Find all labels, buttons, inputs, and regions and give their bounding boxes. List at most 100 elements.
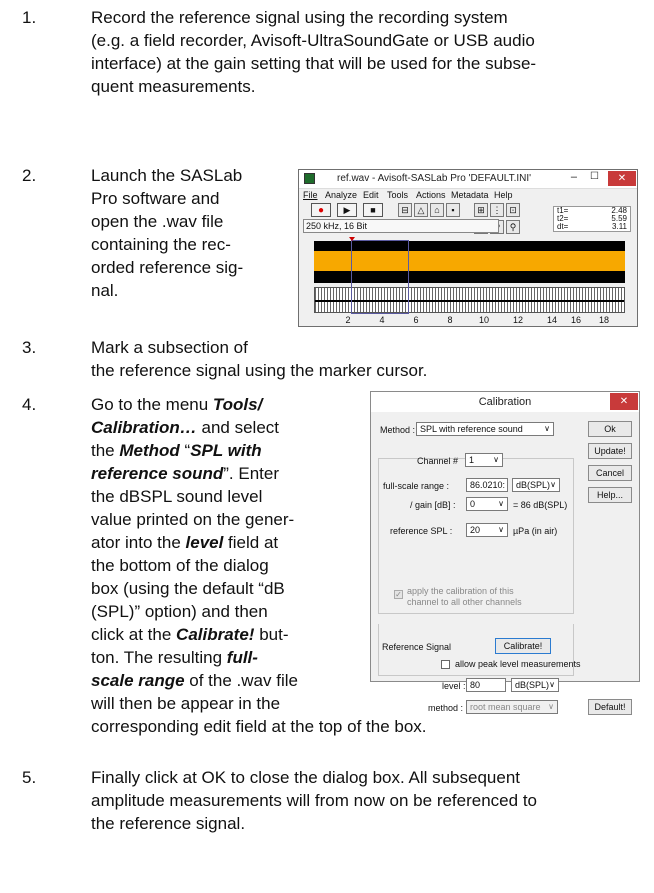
method2-select[interactable]: root mean square ∨ — [466, 700, 558, 714]
default-button[interactable]: Default! — [588, 699, 632, 715]
step-1-line: interface) at the gain setting that will… — [91, 54, 537, 73]
method-select[interactable]: SPL with reference sound ∨ — [416, 422, 554, 436]
gain-label: / gain [dB] : — [410, 500, 456, 510]
cancel-button[interactable]: Cancel — [588, 465, 632, 481]
marker-tip — [349, 237, 355, 241]
level-input[interactable]: 80 — [466, 678, 506, 692]
chevron-down-icon: ∨ — [550, 480, 556, 489]
level-unit-select[interactable]: dB(SPL) ∨ — [511, 678, 559, 692]
menu-actions[interactable]: Actions — [416, 190, 446, 200]
text-span: and select — [196, 418, 280, 437]
open-icon[interactable]: ⌂ — [430, 203, 444, 217]
apply-all-checkbox[interactable]: ✓ — [394, 590, 403, 599]
stop-button[interactable]: ■ — [363, 203, 383, 217]
cursor-readout: t1= 2.48 t2= 5.59 dt= 3.11 — [553, 206, 631, 232]
tool-icon[interactable]: ⊟ — [398, 203, 412, 217]
text-span: click at the — [91, 625, 177, 644]
emphasis: Calibrate! — [176, 625, 255, 644]
saslab-title: ref.wav - Avisoft-SASLab Pro 'DEFAULT.IN… — [337, 173, 532, 184]
toolbar: ● ▶ ■ ⊟ △ ⌂ ▪ ⊞ ⋮ ⊡ ⚲ ⚲ ⚲ 250 kHz, 16 Bi… — [303, 203, 633, 237]
close-icon[interactable]: ✕ — [608, 171, 636, 186]
update-button[interactable]: Update! — [588, 443, 632, 459]
menu-help[interactable]: Help — [494, 190, 513, 200]
menu-analyze[interactable]: Analyze — [325, 190, 357, 200]
chevron-down-icon: ∨ — [549, 680, 555, 689]
step-1-line: Record the reference signal using the re… — [91, 8, 508, 27]
calibrate-button[interactable]: Calibrate! — [495, 638, 551, 654]
method2-label: method : — [428, 703, 464, 713]
fullscale-value: 86.0210: — [470, 480, 506, 490]
help-button[interactable]: Help... — [588, 487, 632, 503]
play-button[interactable]: ▶ — [337, 203, 357, 217]
step-3-line: Mark a subsection of — [91, 338, 248, 357]
tool-icon[interactable]: ⋮ — [490, 203, 504, 217]
step-1-text: Record the reference signal using the re… — [91, 6, 536, 98]
emphasis: scale range — [91, 671, 185, 690]
fullscale-input[interactable]: 86.0210: — [466, 478, 508, 492]
step-1-line: (e.g. a field recorder, Avisoft-UltraSou… — [91, 31, 535, 50]
app-icon — [304, 173, 315, 184]
tool-icon[interactable]: ⊞ — [474, 203, 488, 217]
emphasis: reference sound — [91, 464, 224, 483]
step-number-5: 5. — [22, 768, 37, 787]
chevron-down-icon: ∨ — [544, 424, 550, 433]
marker-cursor[interactable] — [349, 237, 409, 314]
apply-all-label-1: apply the calibration of this — [407, 586, 514, 596]
zoom-icon[interactable]: ⚲ — [506, 220, 520, 234]
step-1-line: quent measurements. — [91, 77, 256, 96]
step-3-line: the reference signal using the marker cu… — [91, 361, 428, 380]
saslab-titlebar: ref.wav - Avisoft-SASLab Pro 'DEFAULT.IN… — [299, 170, 637, 189]
refspl-value: 20 — [470, 525, 481, 535]
gain-result: = 86 dB(SPL) — [513, 500, 568, 510]
reference-signal-label: Reference Signal — [382, 642, 452, 652]
step-5-line: amplitude measurements will from now on … — [91, 791, 537, 810]
fullscale-label: full-scale range : — [383, 481, 450, 491]
channel-select[interactable]: 1 ∨ — [465, 453, 503, 467]
text-span: of the .wav file — [184, 671, 298, 690]
text-span: ton. The resulting — [91, 648, 227, 667]
step-2-line: orded reference sig- — [91, 258, 244, 277]
dialog-titlebar: Calibration ✕ — [371, 392, 639, 412]
calibration-dialog: Calibration ✕ Method : SPL with referenc… — [370, 391, 640, 715]
refspl-select[interactable]: 20 ∨ — [466, 523, 508, 537]
method-label: Method : — [380, 425, 416, 435]
tool-icon[interactable]: ⊡ — [506, 203, 520, 217]
record-button[interactable]: ● — [311, 203, 331, 217]
apply-all-label-2: channel to all other channels — [407, 597, 522, 607]
tool-icon[interactable]: △ — [414, 203, 428, 217]
level-unit: dB(SPL) — [515, 680, 550, 690]
save-icon[interactable]: ▪ — [446, 203, 460, 217]
close-icon[interactable]: ✕ — [610, 393, 638, 410]
fullscale-unit-select[interactable]: dB(SPL) ∨ — [512, 478, 560, 492]
menu-metadata[interactable]: Metadata — [451, 190, 489, 200]
step-number-1: 1. — [22, 8, 37, 27]
axis-tick: 2 — [345, 315, 351, 325]
emphasis: full- — [226, 648, 258, 667]
step-2-line: nal. — [91, 281, 119, 300]
gain-value: 0 — [470, 499, 476, 509]
maximize-icon[interactable]: ☐ — [590, 171, 599, 182]
menu-edit[interactable]: Edit — [363, 190, 379, 200]
allow-peak-checkbox[interactable] — [441, 660, 450, 669]
text-span: field at — [223, 533, 279, 552]
step-2-text: Launch the SASLab Pro software and open … — [91, 164, 243, 302]
emphasis: Method — [119, 441, 180, 460]
chevron-down-icon: ∨ — [548, 702, 554, 711]
chevron-down-icon: ∨ — [498, 525, 504, 534]
step-number-3: 3. — [22, 338, 37, 357]
text-span: the — [91, 441, 120, 460]
ok-button[interactable]: Ok — [588, 421, 632, 437]
text-span: Go to the menu — [91, 395, 213, 414]
channel-label: Channel # — [417, 456, 459, 466]
menu-tools[interactable]: Tools — [387, 190, 408, 200]
readout-value: 3.11 — [612, 222, 627, 231]
channel-value: 1 — [469, 455, 475, 465]
text-span: ”. Enter — [223, 464, 280, 483]
menu-file[interactable]: File — [303, 190, 318, 200]
step-5-line: the reference signal. — [91, 814, 246, 833]
gain-select[interactable]: 0 ∨ — [466, 497, 508, 511]
method-value: SPL with reference sound — [420, 424, 523, 434]
step-number-4: 4. — [22, 395, 37, 414]
chevron-down-icon: ∨ — [498, 499, 504, 508]
minimize-icon[interactable]: – — [571, 171, 577, 183]
